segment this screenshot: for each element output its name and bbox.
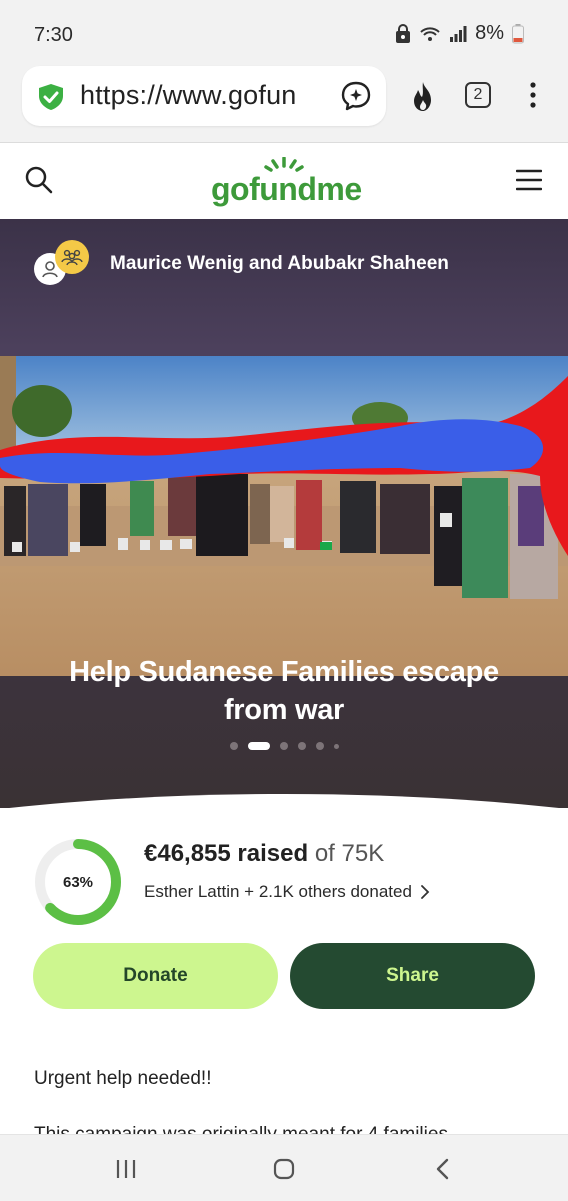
carousel-dot-active[interactable] bbox=[247, 742, 270, 750]
carousel-dot[interactable] bbox=[333, 743, 339, 749]
logo-text: gofundme bbox=[211, 171, 362, 207]
battery-percent: 8% bbox=[475, 22, 504, 44]
donors-link[interactable]: Esther Lattin + 2.1K others donated bbox=[144, 882, 430, 902]
goal-amount: of 75K bbox=[314, 840, 385, 867]
assistant-icon[interactable] bbox=[340, 80, 372, 112]
more-icon[interactable] bbox=[526, 80, 540, 110]
share-button[interactable]: Share bbox=[290, 943, 535, 1009]
carousel-dot[interactable] bbox=[229, 742, 238, 750]
carousel-dot[interactable] bbox=[297, 742, 306, 750]
battery-icon bbox=[512, 23, 524, 43]
description-first-line: Urgent help needed!! bbox=[34, 1068, 212, 1089]
back-icon[interactable] bbox=[434, 1158, 450, 1180]
address-bar[interactable]: https://www.gofun bbox=[22, 66, 386, 126]
chevron-right-icon[interactable] bbox=[420, 884, 430, 900]
status-icons: 8% bbox=[395, 22, 524, 45]
site-header: gofundme bbox=[0, 143, 568, 219]
system-nav-bar bbox=[0, 1134, 568, 1201]
team-icon bbox=[55, 240, 89, 274]
donors-text[interactable]: Esther Lattin + 2.1K others donated bbox=[144, 882, 412, 902]
status-time: 7:30 bbox=[34, 24, 73, 46]
raised-summary: €46,855 raised of 75K bbox=[144, 840, 384, 868]
home-icon[interactable] bbox=[273, 1158, 295, 1180]
menu-icon[interactable] bbox=[516, 169, 542, 191]
search-icon[interactable] bbox=[24, 165, 54, 195]
raised-amount: €46,855 raised bbox=[144, 840, 309, 867]
status-bar: 7:30 8% bbox=[0, 0, 568, 64]
url-text[interactable]: https://www.gofun bbox=[80, 80, 350, 111]
description-second-line: This campaign was originally meant for 4… bbox=[34, 1124, 448, 1134]
signal-icon bbox=[450, 25, 467, 42]
campaign-photo[interactable] bbox=[0, 356, 568, 676]
hero-curve bbox=[9, 794, 559, 808]
organizer-names[interactable]: Maurice Wenig and Abubakr Shaheen bbox=[110, 253, 449, 275]
campaign-title: Help Sudanese Families escape from war bbox=[69, 656, 499, 726]
browser-toolbar: https://www.gofun 2 bbox=[0, 64, 568, 143]
campaign-hero: Maurice Wenig and Abubakr Shaheen Help S… bbox=[0, 219, 568, 808]
wifi-icon bbox=[420, 26, 440, 41]
flame-icon[interactable] bbox=[406, 80, 440, 114]
carousel-dot[interactable] bbox=[315, 742, 324, 750]
carousel-dot[interactable] bbox=[279, 742, 288, 750]
carousel-dots[interactable] bbox=[0, 742, 568, 750]
shield-check-icon[interactable] bbox=[36, 82, 66, 112]
progress-percent: 63% bbox=[62, 873, 94, 891]
vpn-lock-icon bbox=[396, 23, 411, 43]
donate-button[interactable]: Donate bbox=[33, 943, 278, 1009]
recents-icon[interactable] bbox=[115, 1159, 137, 1179]
gofundme-logo[interactable]: gofundme bbox=[208, 157, 362, 209]
tabs-count-button[interactable]: 2 bbox=[465, 82, 491, 108]
